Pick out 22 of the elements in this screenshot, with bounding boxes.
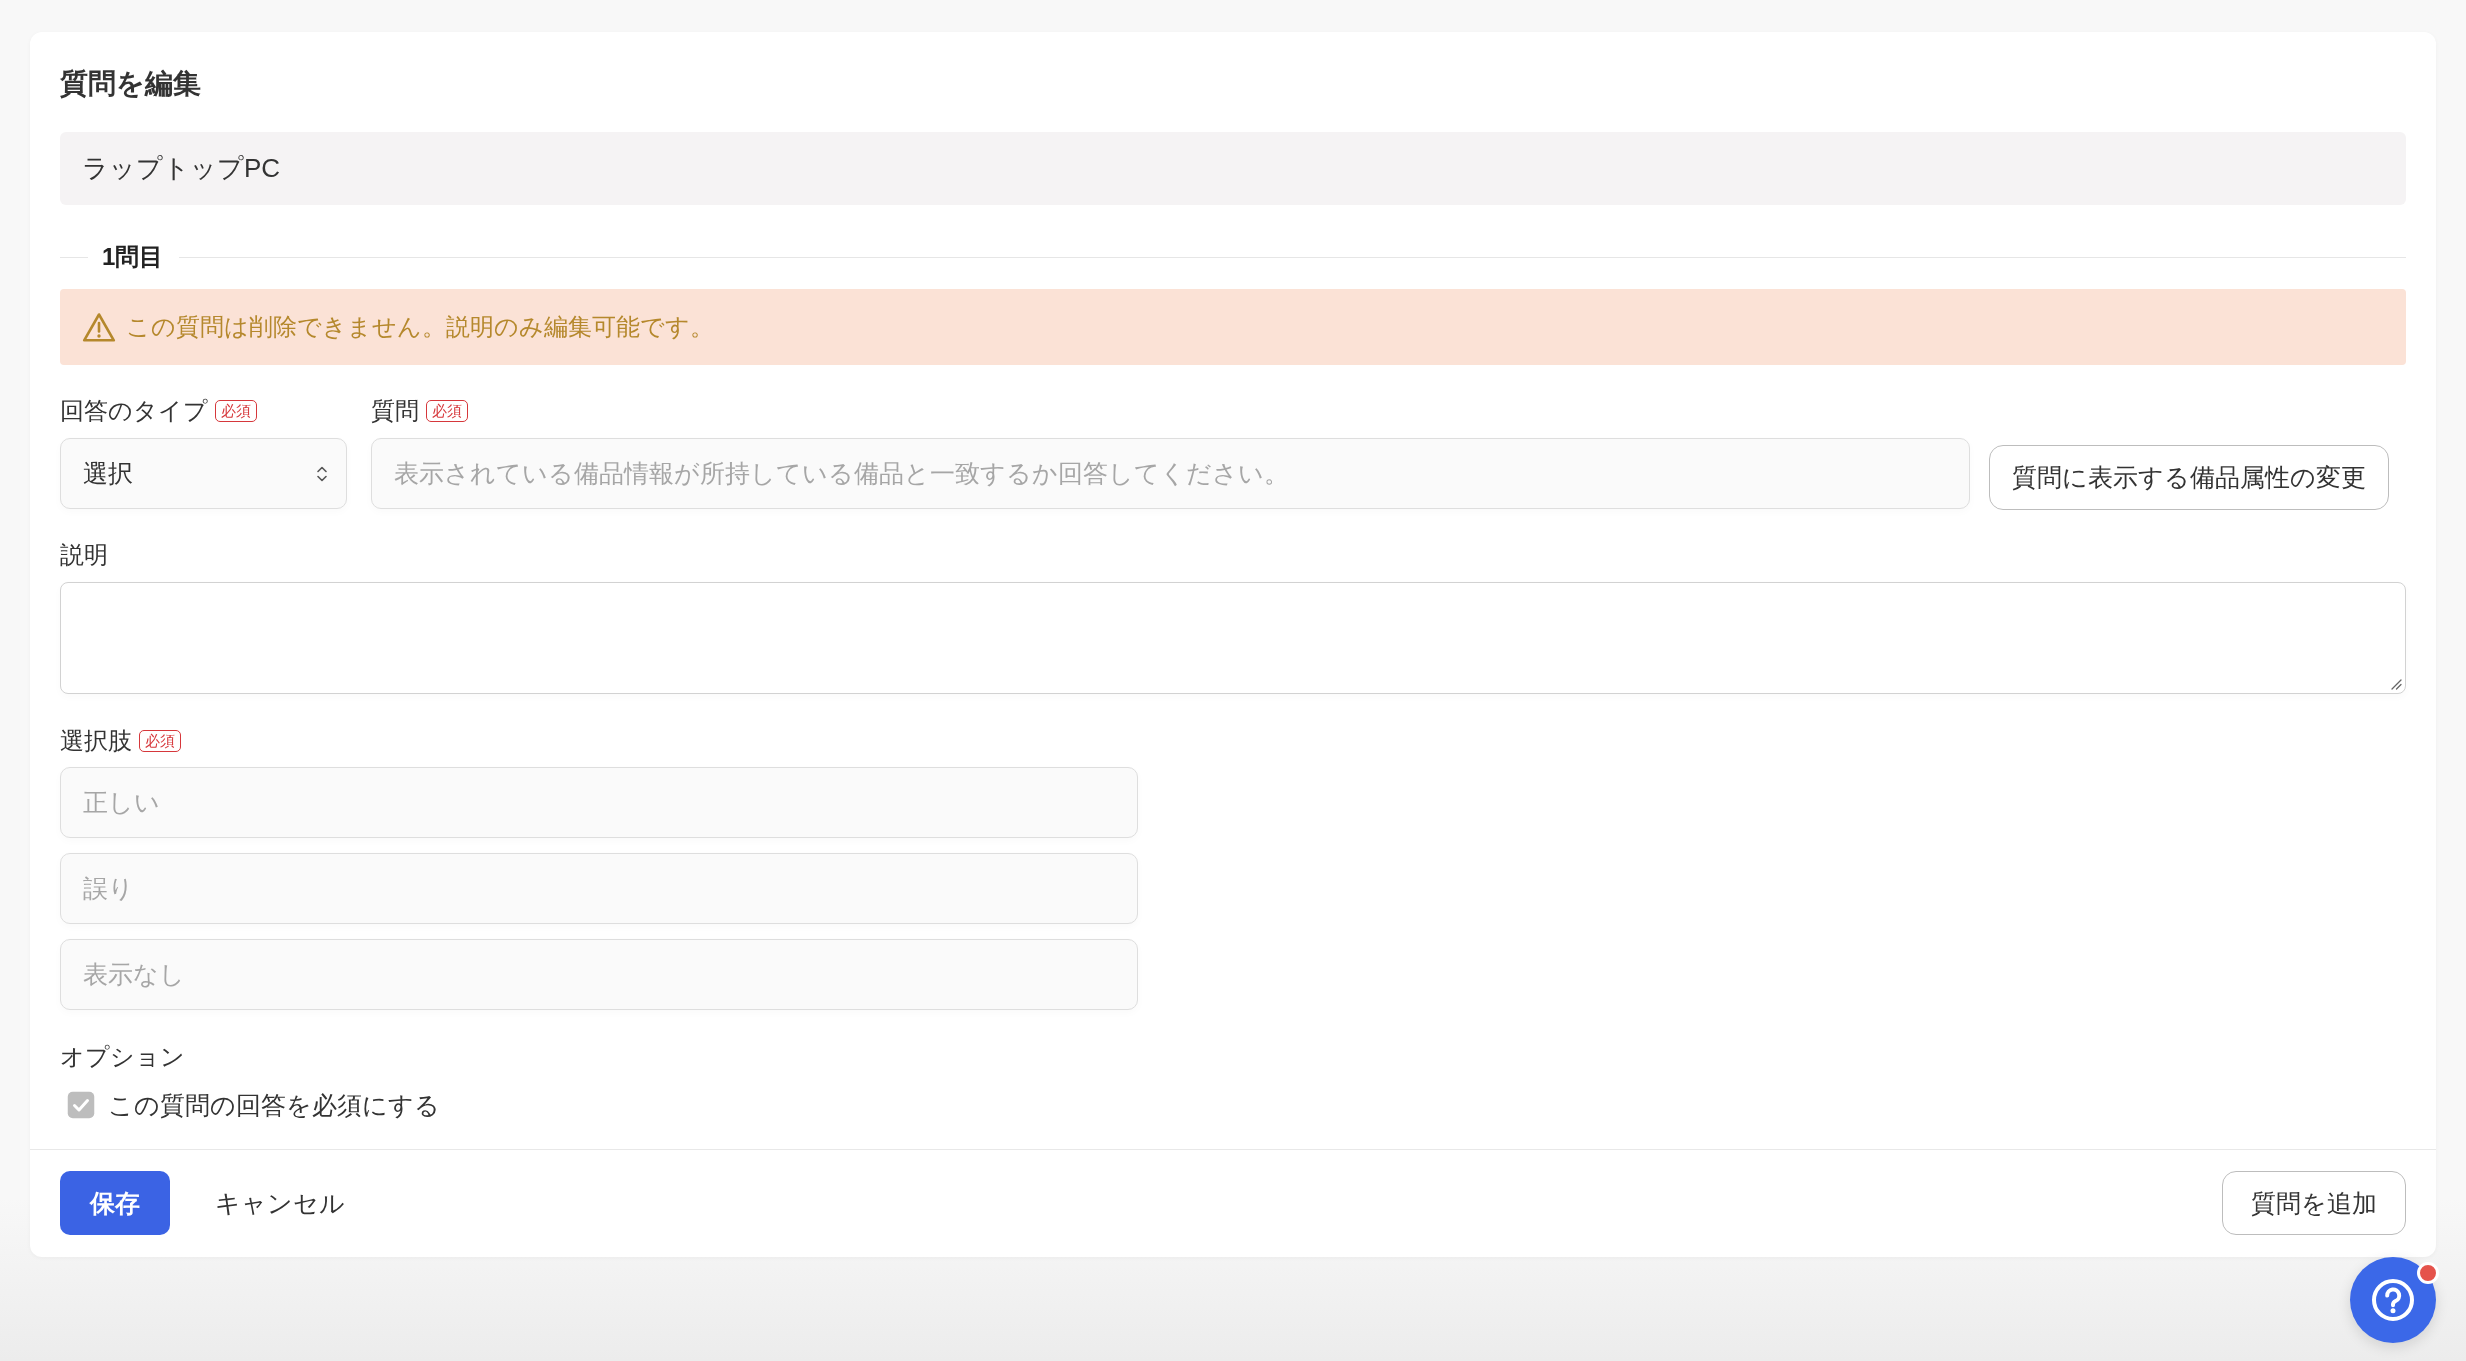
- resize-handle-icon: [2391, 679, 2402, 690]
- name-field[interactable]: ラップトップPC: [60, 132, 2406, 205]
- warning-icon: [82, 311, 116, 343]
- required-badge: 必須: [426, 400, 468, 422]
- add-question-button[interactable]: 質問を追加: [2222, 1171, 2406, 1235]
- answer-type-select[interactable]: 選択: [60, 438, 347, 509]
- field-label: 説明: [60, 540, 108, 570]
- section-heading: 1問目: [102, 242, 164, 272]
- required-badge: 必須: [215, 400, 257, 422]
- field-label: オプション: [60, 1042, 185, 1072]
- form-title: 質問を編集: [60, 67, 201, 101]
- checkbox-label: この質問の回答を必須にする: [108, 1090, 440, 1121]
- help-icon: [2371, 1278, 2415, 1322]
- field-label: 回答のタイプ: [60, 396, 208, 426]
- change-attributes-button[interactable]: 質問に表示する備品属性の変更: [1989, 445, 2389, 510]
- field-label: 選択肢: [60, 726, 132, 756]
- save-button[interactable]: 保存: [60, 1171, 170, 1235]
- required-badge: 必須: [139, 730, 181, 752]
- description-field[interactable]: [60, 582, 2406, 694]
- warning-text: この質問は削除できません。説明のみ編集可能です。: [126, 312, 714, 342]
- field-label: 質問: [371, 396, 419, 426]
- cancel-button[interactable]: キャンセル: [195, 1171, 365, 1235]
